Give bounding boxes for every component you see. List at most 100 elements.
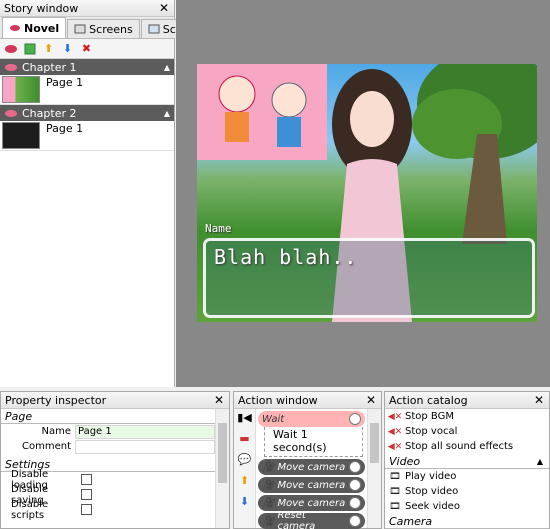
catalog-item-stop-bgm[interactable]: ◀✕ Stop BGM [385,409,549,424]
property-scrollbar[interactable] [215,409,229,528]
action-label: Move camera [277,479,346,491]
collapse-icon[interactable]: ▲ [164,109,170,118]
tab-novel-label: Novel [24,21,60,35]
wait-details[interactable]: Wait 1 second(s) [264,427,363,457]
action-catalog-title: Action catalog [389,393,468,407]
name-row: Name Page 1 [1,424,229,439]
dialog-text: Blah blah.. [214,245,358,269]
page-thumbnail [2,122,40,149]
comment-icon[interactable]: 💬 [238,453,252,466]
action-catalog: Action catalog ✕ ◀✕ Stop BGM ◀✕ Stop voc… [384,391,550,529]
camera-icon: 🎥 [262,479,275,491]
catalog-item-play-video[interactable]: 🎞 Play video [385,469,549,484]
comment-label: Comment [22,441,71,452]
add-chapter-button[interactable] [3,41,18,56]
text-icon[interactable]: ▬ [239,432,249,445]
action-label: Reset camera [277,510,316,529]
disable-scripts-label: Disable scripts [11,498,49,521]
close-icon[interactable]: ✕ [213,393,225,407]
close-icon[interactable]: ✕ [365,393,377,407]
page-thumbnail [2,76,40,103]
tab-screens[interactable]: Screens [67,19,140,38]
action-scrollbar[interactable] [367,409,381,528]
disable-loading-checkbox[interactable] [81,474,92,485]
story-window-title: Story window [4,1,79,15]
story-window: Story window ✕ Novel Screens Scen ⬆ ⬇ ✖ … [0,0,197,387]
clock-icon [349,497,361,509]
comment-row: Comment [1,439,229,454]
catalog-item-stop-video[interactable]: 🎞 Stop video [385,484,549,499]
stop-sound-icon: ◀✕ [387,426,403,437]
collapse-icon[interactable]: ▲ [164,63,170,72]
video-icon: 🎞 [389,471,401,482]
delete-button[interactable]: ✖ [79,41,94,56]
catalog-item-label: Play video [405,471,457,482]
disable-scripts-checkbox[interactable] [81,504,92,515]
tab-novel[interactable]: Novel [2,17,67,38]
section-video[interactable]: Video ▲ [385,454,549,469]
camera-icon: 🎥 [262,497,275,509]
action-item-reset-camera[interactable]: 🎥 Reset camera [258,510,365,529]
scrollbar-thumb[interactable] [370,423,379,463]
screens-icon [74,24,86,34]
action-label: Move camera [277,497,346,509]
add-page-button[interactable] [22,41,37,56]
scene-canvas-area: Name Blah blah.. [176,0,550,387]
clock-icon [349,515,361,527]
scenes-icon [148,24,160,34]
move-up-icon[interactable]: ⬆ [240,474,249,487]
move-down-icon[interactable]: ⬇ [240,495,249,508]
action-item-move-camera[interactable]: 🎥 Move camera [258,495,365,511]
chapter-1-label: Chapter 1 [22,60,77,74]
page-item[interactable]: Page 1 [0,75,174,105]
catalog-item-label: Stop video [405,486,459,497]
comment-field[interactable] [75,439,215,454]
property-inspector-title: Property inspector [5,393,107,407]
close-icon[interactable]: ✕ [158,1,170,15]
section-camera[interactable]: Camera [385,514,549,529]
chapter-icon [5,109,17,117]
catalog-item-stop-vocal[interactable]: ◀✕ Stop vocal [385,424,549,439]
action-label: Move camera [277,461,346,473]
tab-screens-label: Screens [89,22,133,36]
name-label: Name [41,426,71,437]
video-icon: 🎞 [389,501,401,512]
clock-icon [349,413,361,425]
action-window: Action window ✕ ▮◀ ▬ 💬 ⬆ ⬇ Wait Wait 1 s… [233,391,382,529]
page-label: Page 1 [46,76,84,89]
clock-icon [349,479,361,491]
catalog-item-stop-all-sound-effects[interactable]: ◀✕ Stop all sound effects [385,439,549,454]
chapter-2-label: Chapter 2 [22,106,77,120]
chapter-header-1[interactable]: Chapter 1 ▲ [0,59,174,75]
story-toolbar: ⬆ ⬇ ✖ [0,39,174,59]
collapse-icon[interactable]: ▲ [537,457,543,466]
wait-label: Wait [262,413,285,425]
close-icon[interactable]: ✕ [533,393,545,407]
story-tabs: Novel Screens Scen [0,17,197,39]
play-icon[interactable]: ▮◀ [237,411,252,424]
catalog-item-label: Stop all sound effects [405,441,514,452]
move-down-button[interactable]: ⬇ [60,41,75,56]
chapter-header-2[interactable]: Chapter 2 ▲ [0,105,174,121]
dialog-box[interactable]: Blah blah.. [203,238,535,318]
disable-saving-checkbox[interactable] [81,489,92,500]
stop-sound-icon: ◀✕ [387,411,403,422]
action-item-wait[interactable]: Wait [258,411,365,427]
name-field[interactable]: Page 1 [75,424,215,439]
section-camera-label: Camera [389,514,433,528]
catalog-item-seek-video[interactable]: 🎞 Seek video [385,499,549,514]
wait-line-2: second(s) [273,441,327,454]
action-catalog-titlebar: Action catalog ✕ [385,392,549,409]
move-up-button[interactable]: ⬆ [41,41,56,56]
clock-icon [349,461,361,473]
property-inspector: Property inspector ✕ Page Name Page 1 Co… [0,391,230,529]
catalog-item-label: Stop vocal [405,426,458,437]
page-item[interactable]: Page 1 [0,121,174,151]
scrollbar-thumb[interactable] [218,423,227,483]
speaker-name: Name [205,222,232,235]
action-item-move-camera[interactable]: 🎥 Move camera [258,459,365,475]
scene-preview[interactable]: Name Blah blah.. [197,64,537,322]
property-inspector-titlebar: Property inspector ✕ [1,392,229,409]
action-list: Wait Wait 1 second(s) 🎥 Move camera 🎥 Mo… [258,409,365,529]
action-item-move-camera[interactable]: 🎥 Move camera [258,477,365,493]
